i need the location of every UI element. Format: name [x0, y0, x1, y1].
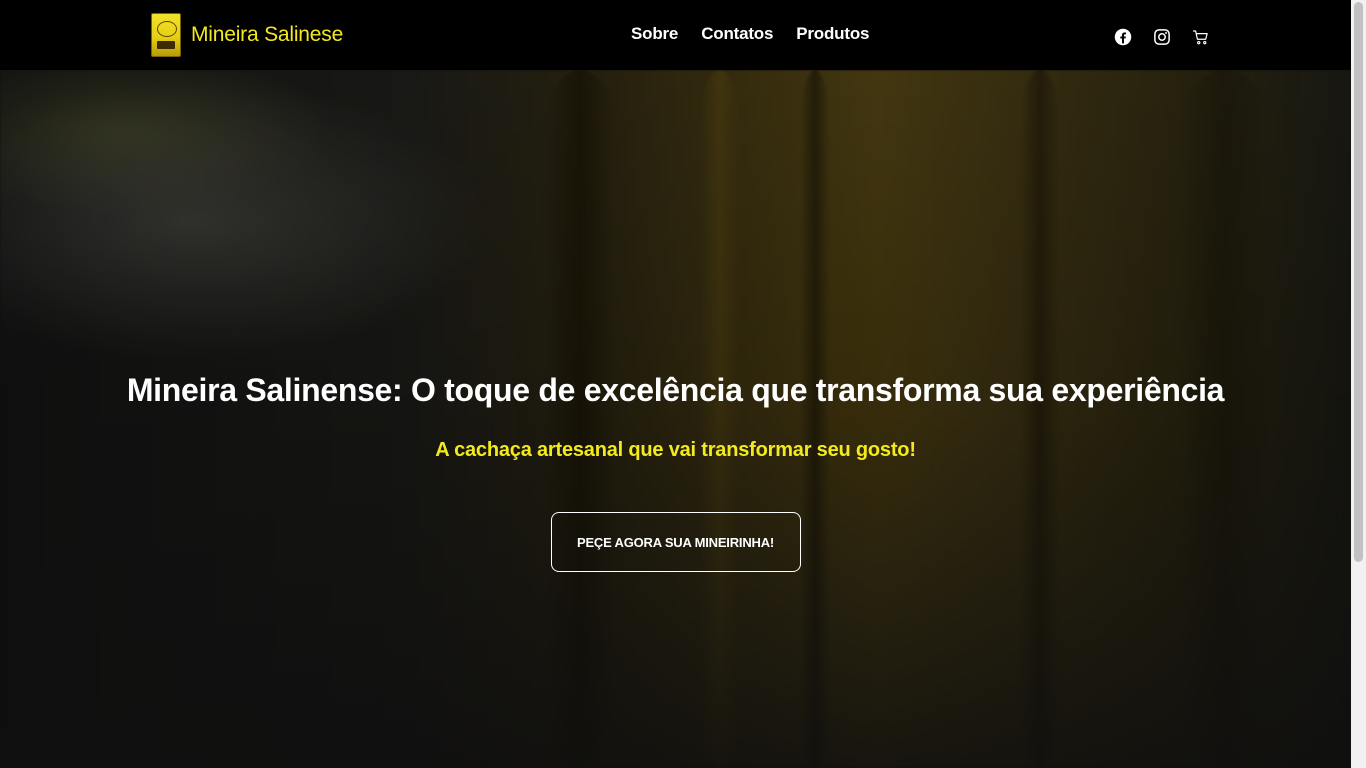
scrollbar-thumb[interactable] [1354, 2, 1363, 562]
order-now-button[interactable]: PEÇE AGORA SUA MINEIRINHA! [550, 512, 801, 572]
instagram-icon[interactable] [1153, 28, 1171, 46]
nav-link-sobre[interactable]: Sobre [631, 24, 678, 44]
nav-link-produtos[interactable]: Produtos [796, 24, 869, 44]
page-scrollbar[interactable] [1351, 0, 1366, 768]
navbar: Mineira Salinese Sobre Contatos Produtos [0, 0, 1351, 70]
nav-link-contatos[interactable]: Contatos [701, 24, 773, 44]
hero-section: Mineira Salinense: O toque de excelência… [0, 70, 1351, 768]
page: Mineira Salinese Sobre Contatos Produtos [0, 0, 1366, 768]
hero-content: Mineira Salinense: O toque de excelência… [0, 372, 1351, 572]
brand-link[interactable]: Mineira Salinese [151, 13, 343, 57]
main-nav: Sobre Contatos Produtos [631, 24, 869, 44]
hero-title: Mineira Salinense: O toque de excelência… [126, 372, 1225, 408]
social-icons [1114, 28, 1210, 46]
facebook-icon[interactable] [1114, 28, 1132, 46]
hero-subtitle: A cachaça artesanal que vai transformar … [435, 439, 916, 461]
brand-logo [151, 13, 181, 57]
brand-name: Mineira Salinese [191, 23, 344, 46]
cart-icon[interactable] [1192, 28, 1210, 46]
